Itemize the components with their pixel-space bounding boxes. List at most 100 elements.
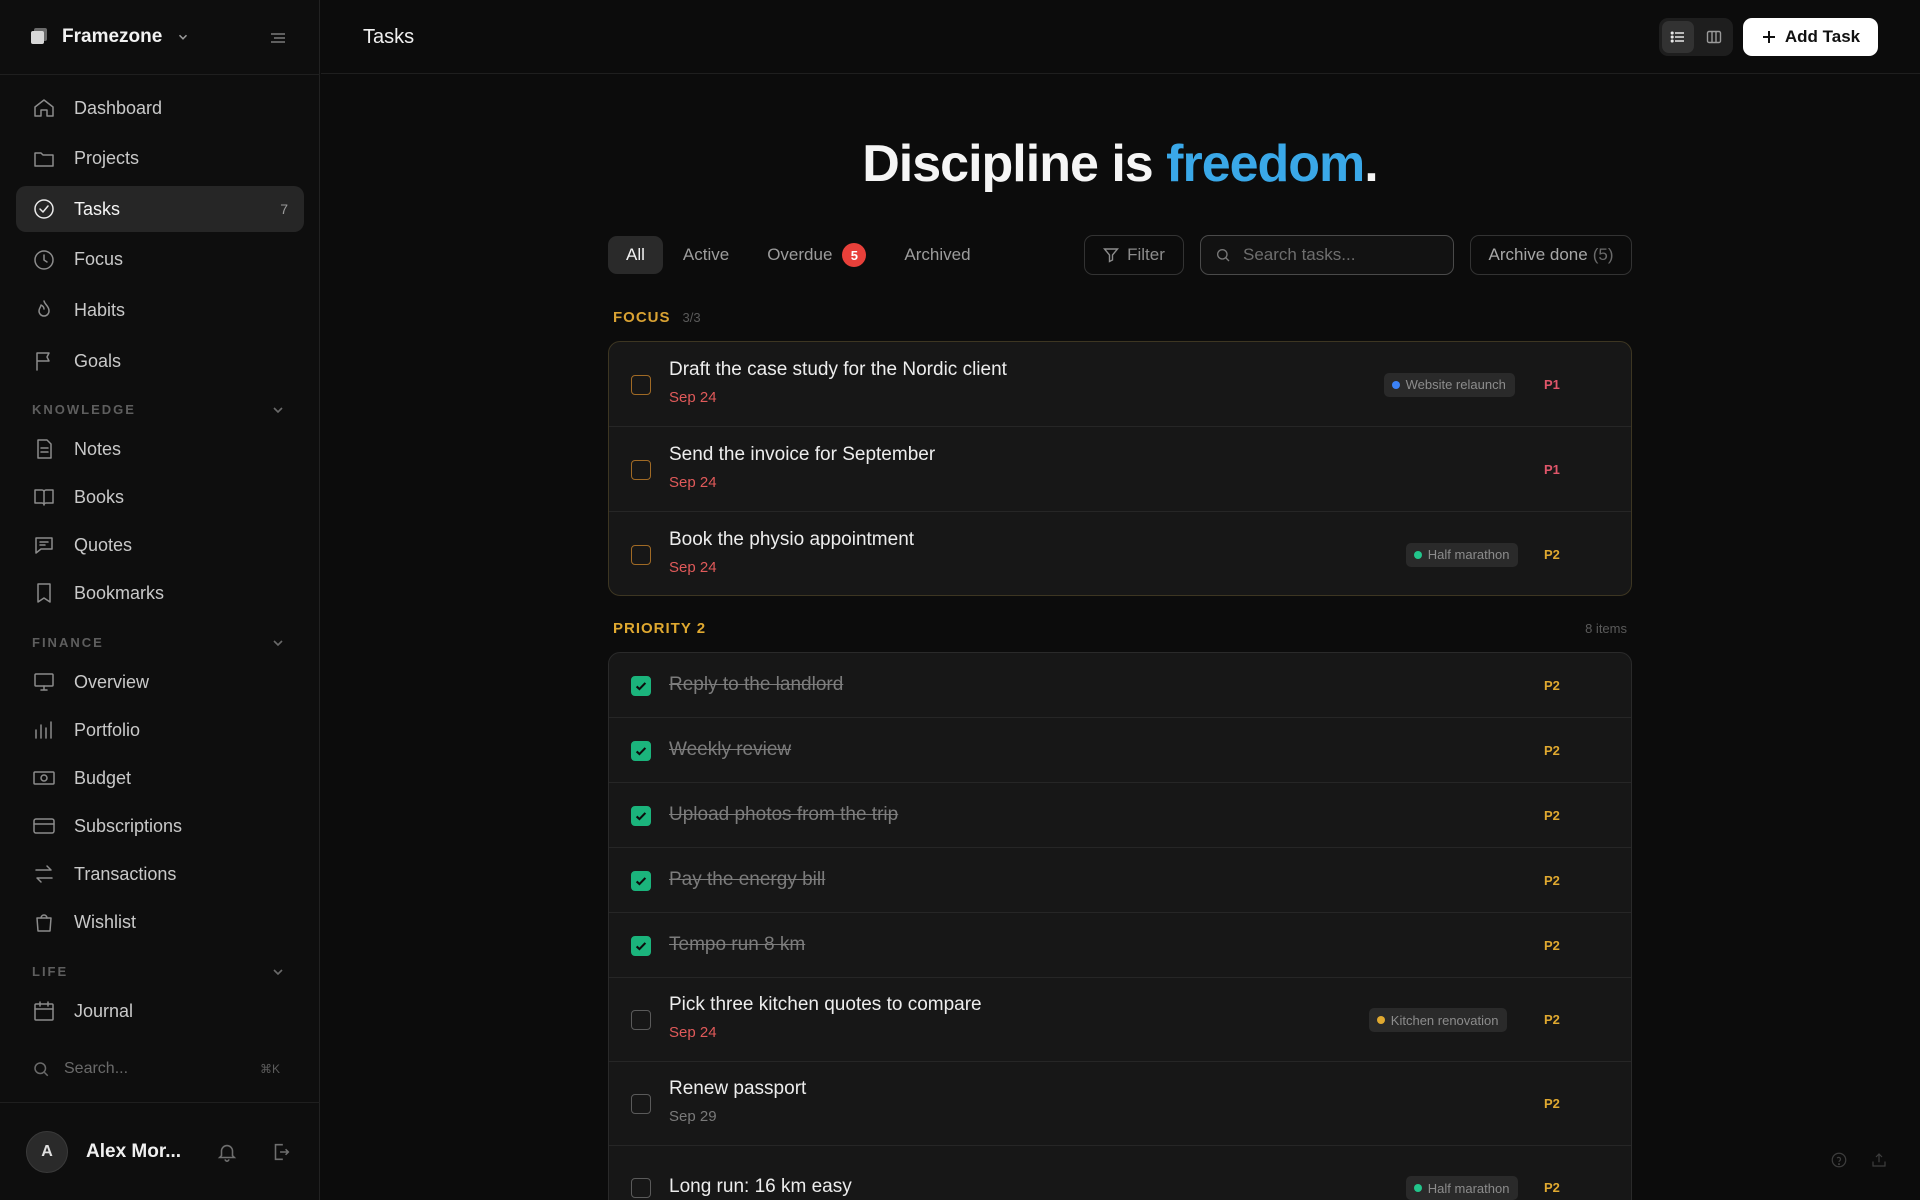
sidebar-item-notes[interactable]: Notes xyxy=(16,426,304,472)
task-checkbox[interactable] xyxy=(631,544,651,565)
bell-icon[interactable] xyxy=(216,1141,238,1163)
project-tag[interactable]: Website relaunch xyxy=(1383,372,1515,397)
sidebar: Framezone Dashboard Projects Tasks 7 Focus Ha… xyxy=(0,0,320,1200)
tab-archived[interactable]: Archived xyxy=(886,236,988,274)
task-title[interactable]: Book the physio appointment xyxy=(669,529,914,551)
task-title[interactable]: Tempo run 8 km xyxy=(669,934,805,956)
sidebar-item-projects[interactable]: Projects xyxy=(16,136,304,182)
filter-button[interactable]: Filter xyxy=(1084,235,1184,275)
sidebar-item-label: Tasks xyxy=(74,198,121,219)
task-row[interactable]: Upload photos from the trip P2 xyxy=(609,783,1631,848)
avatar[interactable]: A xyxy=(26,1131,68,1173)
tab-label: Archived xyxy=(904,245,971,264)
task-checkbox[interactable] xyxy=(631,870,651,891)
sidebar-search[interactable]: Search... ⌘K xyxy=(32,1056,288,1082)
chevron-down-icon[interactable] xyxy=(270,635,286,651)
board-view-button[interactable] xyxy=(1698,21,1730,53)
priority-label: P2 xyxy=(1544,742,1560,758)
task-row[interactable]: Tempo run 8 km P2 xyxy=(609,913,1631,978)
sidebar-item-quotes[interactable]: Quotes xyxy=(16,522,304,568)
task-checkbox[interactable] xyxy=(631,459,651,480)
priority-label: P2 xyxy=(1544,1012,1560,1027)
task-title[interactable]: Draft the case study for the Nordic clie… xyxy=(669,359,1007,381)
project-color-dot xyxy=(1413,550,1422,559)
task-checkbox[interactable] xyxy=(631,805,651,826)
task-title[interactable]: Renew passport xyxy=(669,1078,806,1100)
sidebar-item-focus[interactable]: Focus xyxy=(16,237,304,283)
sidebar-item-books[interactable]: Books xyxy=(16,474,304,520)
headline: Discipline is freedom. xyxy=(608,134,1632,194)
workspace-switcher[interactable]: Framezone xyxy=(28,22,190,52)
tab-all[interactable]: All xyxy=(608,236,663,274)
project-tag-label: Half marathon xyxy=(1427,1180,1510,1196)
user-profile[interactable]: A Alex Mor... xyxy=(26,1130,296,1174)
task-checkbox[interactable] xyxy=(631,1094,651,1114)
task-title[interactable]: Send the invoice for September xyxy=(669,444,935,466)
task-due-date: Sep 24 xyxy=(669,1024,717,1041)
task-checkbox[interactable] xyxy=(631,740,651,761)
task-checkbox[interactable] xyxy=(631,675,651,696)
task-title[interactable]: Long run: 16 km easy xyxy=(669,1176,852,1198)
logout-icon[interactable] xyxy=(270,1141,292,1163)
sidebar-item-label: Quotes xyxy=(74,534,133,555)
flame-icon xyxy=(38,300,50,318)
folder-icon xyxy=(34,151,54,167)
task-row[interactable]: Pick three kitchen quotes to compare Sep … xyxy=(609,978,1631,1062)
chevron-down-icon[interactable] xyxy=(270,964,286,980)
task-title[interactable]: Upload photos from the trip xyxy=(669,804,898,826)
task-list-focus: Draft the case study for the Nordic clie… xyxy=(608,341,1632,596)
task-checkbox[interactable] xyxy=(631,1010,651,1030)
sidebar-item-label: Dashboard xyxy=(74,97,163,118)
sidebar-collapse-icon[interactable] xyxy=(266,26,290,50)
sidebar-item-wishlist[interactable]: Wishlist xyxy=(16,899,304,945)
task-search xyxy=(1200,235,1454,275)
task-row[interactable]: Send the invoice for September Sep 24 P1 xyxy=(609,427,1631,512)
task-checkbox[interactable] xyxy=(631,1178,651,1198)
task-title[interactable]: Pick three kitchen quotes to compare xyxy=(669,994,982,1016)
headline-period: . xyxy=(1364,135,1378,193)
tab-overdue[interactable]: Overdue 5 xyxy=(749,236,884,274)
tab-active[interactable]: Active xyxy=(665,236,747,274)
task-row[interactable]: Long run: 16 km easy Half marathon P2 xyxy=(609,1146,1631,1200)
chevron-down-icon[interactable] xyxy=(270,402,286,418)
flag-icon xyxy=(36,352,50,371)
task-title[interactable]: Reply to the landlord xyxy=(669,674,843,696)
sidebar-item-tasks[interactable]: Tasks 7 xyxy=(16,186,304,233)
sidebar-item-habits[interactable]: Habits xyxy=(16,287,304,333)
project-tag[interactable]: Half marathon xyxy=(1405,1176,1519,1200)
task-title[interactable]: Pay the energy bill xyxy=(669,869,825,891)
tab-label: Active xyxy=(682,245,730,264)
sidebar-item-dashboard[interactable]: Dashboard xyxy=(16,85,304,131)
book-icon xyxy=(34,489,54,506)
task-row[interactable]: Book the physio appointment Sep 24 Half ma… xyxy=(609,512,1631,595)
archive-done-button[interactable]: Archive done (5) xyxy=(1470,235,1632,275)
task-title[interactable]: Weekly review xyxy=(669,739,791,761)
task-row[interactable]: Pay the energy bill P2 xyxy=(609,848,1631,913)
task-checkbox[interactable] xyxy=(631,374,651,395)
task-row[interactable]: Weekly review P2 xyxy=(609,718,1631,783)
sidebar-item-overview[interactable]: Overview xyxy=(16,659,304,705)
sidebar-item-journal[interactable]: Journal xyxy=(16,988,304,1034)
task-row[interactable]: Renew passport Sep 29 P2 xyxy=(609,1062,1631,1146)
sidebar-item-budget[interactable]: Budget xyxy=(16,755,304,801)
section-label-finance: FINANCE xyxy=(32,635,104,650)
help-icon[interactable] xyxy=(1830,1151,1848,1169)
add-task-button[interactable]: Add Task xyxy=(1743,18,1878,56)
task-checkbox[interactable] xyxy=(631,935,651,956)
section-label-life: LIFE xyxy=(32,964,69,979)
sidebar-item-bookmarks[interactable]: Bookmarks xyxy=(16,570,304,616)
task-row[interactable]: Reply to the landlord P2 xyxy=(609,653,1631,718)
tab-label: Overdue xyxy=(767,245,833,264)
task-row[interactable]: Draft the case study for the Nordic clie… xyxy=(609,342,1631,427)
list-view-button[interactable] xyxy=(1662,21,1694,53)
share-icon[interactable] xyxy=(1870,1151,1888,1169)
project-tag[interactable]: Half marathon xyxy=(1405,542,1519,567)
sidebar-item-subscriptions[interactable]: Subscriptions xyxy=(16,803,304,849)
sidebar-item-goals[interactable]: Goals xyxy=(16,338,304,384)
project-tag[interactable]: Kitchen renovation xyxy=(1368,1008,1508,1032)
sidebar-item-portfolio[interactable]: Portfolio xyxy=(16,707,304,753)
columns-icon xyxy=(1706,30,1722,44)
search-input[interactable] xyxy=(1243,245,1443,265)
sidebar-item-transactions[interactable]: Transactions xyxy=(16,851,304,897)
task-tabs: All Active Overdue 5 Archived xyxy=(608,236,991,274)
